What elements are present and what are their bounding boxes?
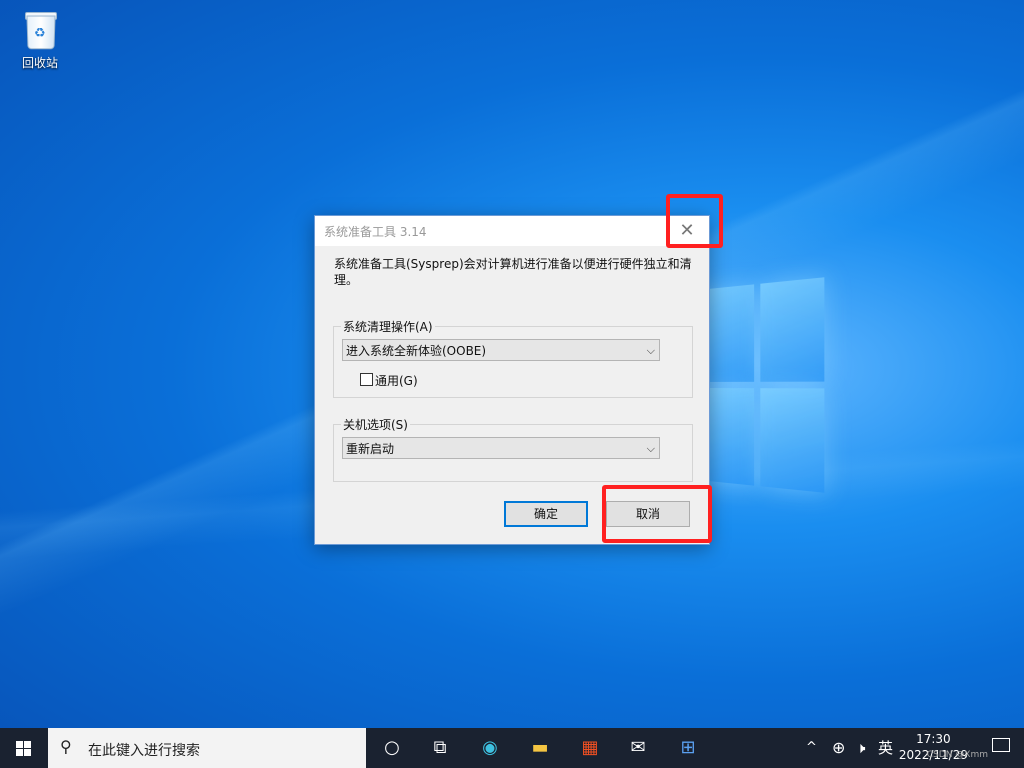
notification-icon[interactable] [992, 738, 1010, 752]
chevron-down-icon: ⌵ [646, 442, 655, 455]
recycle-bin-label: 回收站 [21, 56, 58, 70]
start-button[interactable] [0, 728, 48, 768]
dialog-titlebar[interactable]: 系统准备工具 3.14 ✕ [315, 216, 709, 246]
cleanup-action-label: 系统清理操作(A) [341, 318, 435, 335]
generalize-label[interactable]: 通用(G) [375, 372, 418, 389]
volume-muted-icon[interactable]: 🕨 [856, 728, 865, 768]
shutdown-options-value: 重新启动 [346, 442, 395, 456]
cleanup-action-group: 系统清理操作(A) 进入系统全新体验(OOBE) ⌵ 通用(G) [333, 318, 693, 398]
recycle-bin-icon: ♻ [23, 10, 57, 50]
search-placeholder: 在此键入进行搜索 [88, 743, 200, 759]
shutdown-options-group: 关机选项(S) 重新启动 ⌵ [333, 416, 693, 482]
edge-icon[interactable]: ◉ [476, 734, 504, 762]
search-icon: ⚲ [60, 737, 72, 756]
windows-logo-wallpaper [698, 277, 827, 493]
file-explorer-icon[interactable]: ▬ [526, 734, 554, 762]
dialog-description: 系统准备工具(Sysprep)会对计算机进行准备以便进行硬件独立和清理。 [334, 257, 692, 287]
network-app-icon[interactable]: ⊞ [674, 734, 702, 762]
dialog-title: 系统准备工具 3.14 [324, 225, 427, 239]
cleanup-action-value: 进入系统全新体验(OOBE) [346, 344, 487, 358]
recycle-bin[interactable]: ♻ 回收站 [14, 8, 66, 71]
clock-time: 17:30 [916, 732, 951, 746]
cortana-icon[interactable]: ○ [378, 734, 406, 762]
generalize-checkbox[interactable] [360, 373, 373, 386]
watermark: CSDN @Xmm [926, 750, 988, 760]
cleanup-action-select[interactable]: 进入系统全新体验(OOBE) ⌵ [342, 339, 660, 361]
taskbar: ⚲ 在此键入进行搜索 ○ ⧉ ◉ ▬ ▦ ✉ ⊞ ^ ⊕ 🕨 英 17:30 2… [0, 728, 1024, 768]
ime-indicator[interactable]: 英 [878, 728, 893, 768]
close-highlight-box [666, 194, 723, 248]
mail-icon[interactable]: ✉ [624, 734, 652, 762]
task-view-icon[interactable]: ⧉ [426, 734, 454, 762]
network-icon[interactable]: ⊕ [832, 728, 845, 768]
shutdown-options-label: 关机选项(S) [341, 416, 410, 433]
ok-button[interactable]: 确定 [504, 501, 588, 527]
taskbar-search-box[interactable]: ⚲ 在此键入进行搜索 [48, 728, 366, 768]
cancel-highlight-box [602, 485, 712, 543]
chevron-down-icon: ⌵ [646, 344, 655, 357]
shutdown-options-select[interactable]: 重新启动 ⌵ [342, 437, 660, 459]
store-icon[interactable]: ▦ [576, 734, 604, 762]
chevron-up-icon[interactable]: ^ [806, 728, 817, 768]
